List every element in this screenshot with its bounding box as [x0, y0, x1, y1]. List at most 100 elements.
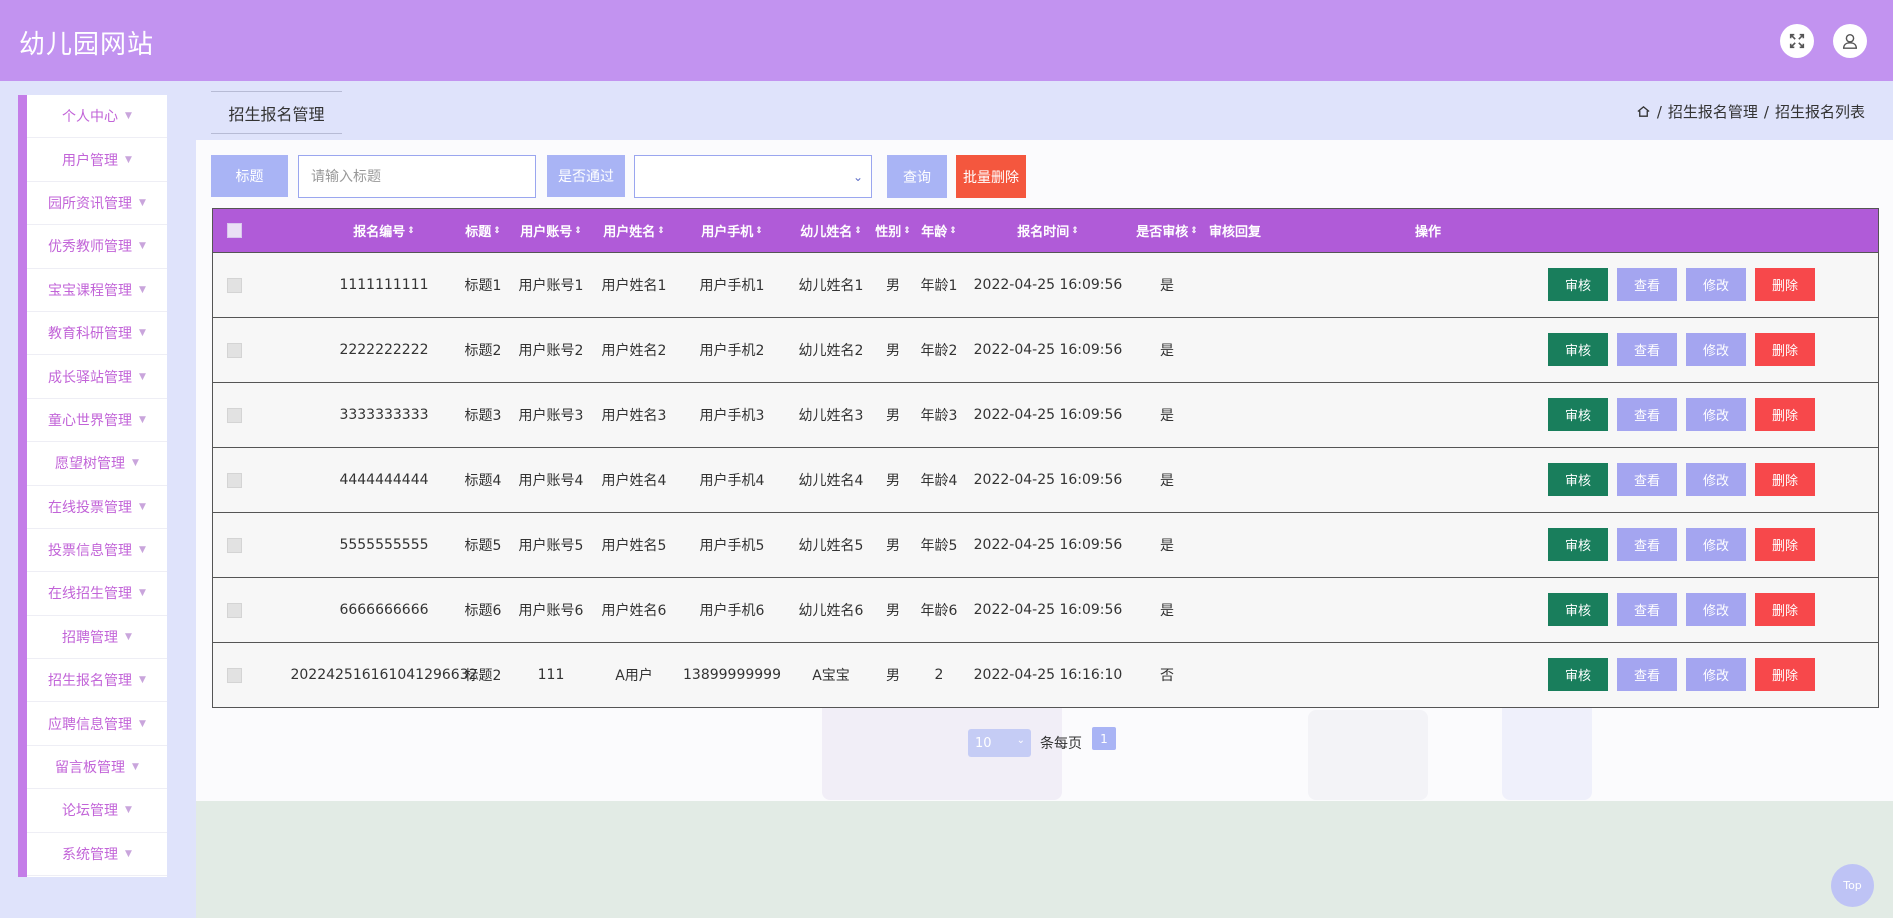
cell-phone: 用户手机5: [699, 538, 765, 554]
column-header[interactable]: 报名时间 ⇕: [988, 209, 1108, 252]
chevron-down-icon: ⌄: [852, 170, 863, 184]
background-illustration-figure-2: [1502, 700, 1592, 800]
view-button[interactable]: 查看: [1617, 398, 1677, 431]
sidebar-item[interactable]: 成长驿站管理 ▼: [27, 355, 167, 399]
caret-down-icon: ▼: [139, 545, 146, 556]
row-select-cell: [226, 578, 242, 642]
sidebar-item[interactable]: 投票信息管理 ▼: [27, 529, 167, 573]
audit-button[interactable]: 审核: [1548, 398, 1608, 431]
row-checkbox[interactable]: [226, 667, 242, 683]
sidebar-item[interactable]: 园所资讯管理 ▼: [27, 182, 167, 226]
sort-icon: ⇕: [657, 225, 665, 236]
edit-button[interactable]: 修改: [1686, 333, 1746, 366]
sidebar-item[interactable]: 个人中心 ▼: [27, 95, 167, 139]
delete-button[interactable]: 删除: [1755, 268, 1815, 301]
select-all-cell: [226, 209, 242, 252]
table-row: 5555555555 标题5 用户账号5 用户姓名5 用户手机5 幼儿姓名5 男年龄5 202…: [213, 512, 1878, 577]
query-button[interactable]: 查询: [887, 155, 947, 198]
sidebar-item[interactable]: 宝宝课程管理 ▼: [27, 269, 167, 312]
back-to-top-button[interactable]: Top: [1831, 864, 1874, 907]
cell-phone: 用户手机2: [699, 343, 765, 359]
audit-button[interactable]: 审核: [1548, 333, 1608, 366]
delete-button[interactable]: 删除: [1755, 463, 1815, 496]
sidebar-item[interactable]: 应聘信息管理 ▼: [27, 702, 167, 746]
caret-down-icon: ▼: [132, 458, 139, 469]
sidebar-item[interactable]: 优秀教师管理 ▼: [27, 225, 167, 269]
sidebar-item[interactable]: 童心世界管理 ▼: [27, 399, 167, 443]
audit-button[interactable]: 审核: [1548, 528, 1608, 561]
table-row: 3333333333 标题3 用户账号3 用户姓名3 用户手机3 幼儿姓名3 男年龄3 202…: [213, 382, 1878, 447]
sidebar-item[interactable]: 在线投票管理 ▼: [27, 486, 167, 529]
sidebar-item[interactable]: 留言板管理 ▼: [27, 746, 167, 790]
column-header-label: 用户手机: [701, 225, 754, 240]
row-checkbox[interactable]: [226, 602, 242, 618]
delete-button[interactable]: 删除: [1755, 593, 1815, 626]
title-search-input[interactable]: [298, 155, 536, 198]
delete-button[interactable]: 删除: [1755, 333, 1815, 366]
delete-button[interactable]: 删除: [1755, 528, 1815, 561]
edit-button[interactable]: 修改: [1686, 463, 1746, 496]
view-button[interactable]: 查看: [1617, 593, 1677, 626]
select-all-checkbox[interactable]: [226, 223, 242, 238]
breadcrumb-item-enrollment[interactable]: 招生报名管理: [1668, 101, 1758, 122]
page-tab-title: 招生报名管理: [211, 91, 342, 134]
column-header-label: 报名编号: [353, 225, 406, 240]
audit-button[interactable]: 审核: [1548, 593, 1608, 626]
sidebar-item[interactable]: 论坛管理 ▼: [27, 789, 167, 833]
sidebar-item[interactable]: 系统管理 ▼: [27, 833, 167, 877]
passed-filter-select[interactable]: ⌄: [634, 155, 872, 198]
column-header: 审核回复: [1175, 209, 1295, 252]
cell-phone: 用户手机3: [699, 408, 765, 424]
fullscreen-button[interactable]: [1780, 24, 1814, 58]
sidebar-item[interactable]: 用户管理 ▼: [27, 138, 167, 182]
page-number-1[interactable]: 1: [1092, 727, 1116, 750]
sidebar-item[interactable]: 教育科研管理 ▼: [27, 312, 167, 356]
row-checkbox[interactable]: [226, 277, 242, 293]
cell-phone: 用户手机4: [699, 473, 765, 489]
cell-reply: [1185, 383, 1285, 447]
edit-button[interactable]: 修改: [1686, 658, 1746, 691]
sidebar-item-label: 投票信息管理: [48, 543, 133, 560]
audit-button[interactable]: 审核: [1548, 268, 1608, 301]
delete-button[interactable]: 删除: [1755, 658, 1815, 691]
view-button[interactable]: 查看: [1617, 268, 1677, 301]
sidebar-item-label: 个人中心: [62, 109, 119, 126]
sidebar-item-label: 招生报名管理: [48, 673, 133, 690]
breadcrumb-separator: /: [1763, 102, 1769, 121]
row-checkbox[interactable]: [226, 407, 242, 423]
edit-button[interactable]: 修改: [1686, 528, 1746, 561]
sidebar-item-label: 愿望树管理: [55, 456, 126, 473]
view-button[interactable]: 查看: [1617, 463, 1677, 496]
sidebar-item-label: 应聘信息管理: [48, 716, 133, 733]
sidebar-item[interactable]: 招生报名管理 ▼: [27, 659, 167, 703]
home-icon[interactable]: [1636, 104, 1651, 119]
sidebar-item[interactable]: 在线招生管理 ▼: [27, 572, 167, 616]
sidebar-item[interactable]: 招聘管理 ▼: [27, 616, 167, 660]
cell-reply: [1185, 448, 1285, 512]
chevron-down-icon: ⌄: [1016, 735, 1025, 746]
cell-name: 用户姓名2: [601, 343, 667, 359]
view-button[interactable]: 查看: [1617, 528, 1677, 561]
page-size-select[interactable]: 10 ⌄: [968, 729, 1031, 757]
column-header: 操作: [1368, 209, 1488, 252]
audit-button[interactable]: 审核: [1548, 658, 1608, 691]
row-checkbox[interactable]: [226, 537, 242, 553]
user-menu-button[interactable]: [1833, 24, 1867, 58]
edit-button[interactable]: 修改: [1686, 268, 1746, 301]
caret-down-icon: ▼: [139, 284, 146, 295]
audit-button[interactable]: 审核: [1548, 463, 1608, 496]
column-header[interactable]: 年龄 ⇕: [879, 209, 999, 252]
table-row: 4444444444 标题4 用户账号4 用户姓名4 用户手机4 幼儿姓名4 男年龄4 202…: [213, 447, 1878, 512]
edit-button[interactable]: 修改: [1686, 593, 1746, 626]
cell-phone: 用户手机6: [699, 603, 765, 619]
sidebar-item-label: 系统管理: [62, 846, 119, 863]
row-checkbox[interactable]: [226, 342, 242, 358]
delete-button[interactable]: 删除: [1755, 398, 1815, 431]
bulk-delete-button[interactable]: 批量删除: [956, 155, 1026, 198]
row-checkbox[interactable]: [226, 472, 242, 488]
sidebar-item[interactable]: 愿望树管理 ▼: [27, 442, 167, 486]
view-button[interactable]: 查看: [1617, 658, 1677, 691]
cell-phone: 用户手机1: [699, 278, 765, 294]
view-button[interactable]: 查看: [1617, 333, 1677, 366]
edit-button[interactable]: 修改: [1686, 398, 1746, 431]
